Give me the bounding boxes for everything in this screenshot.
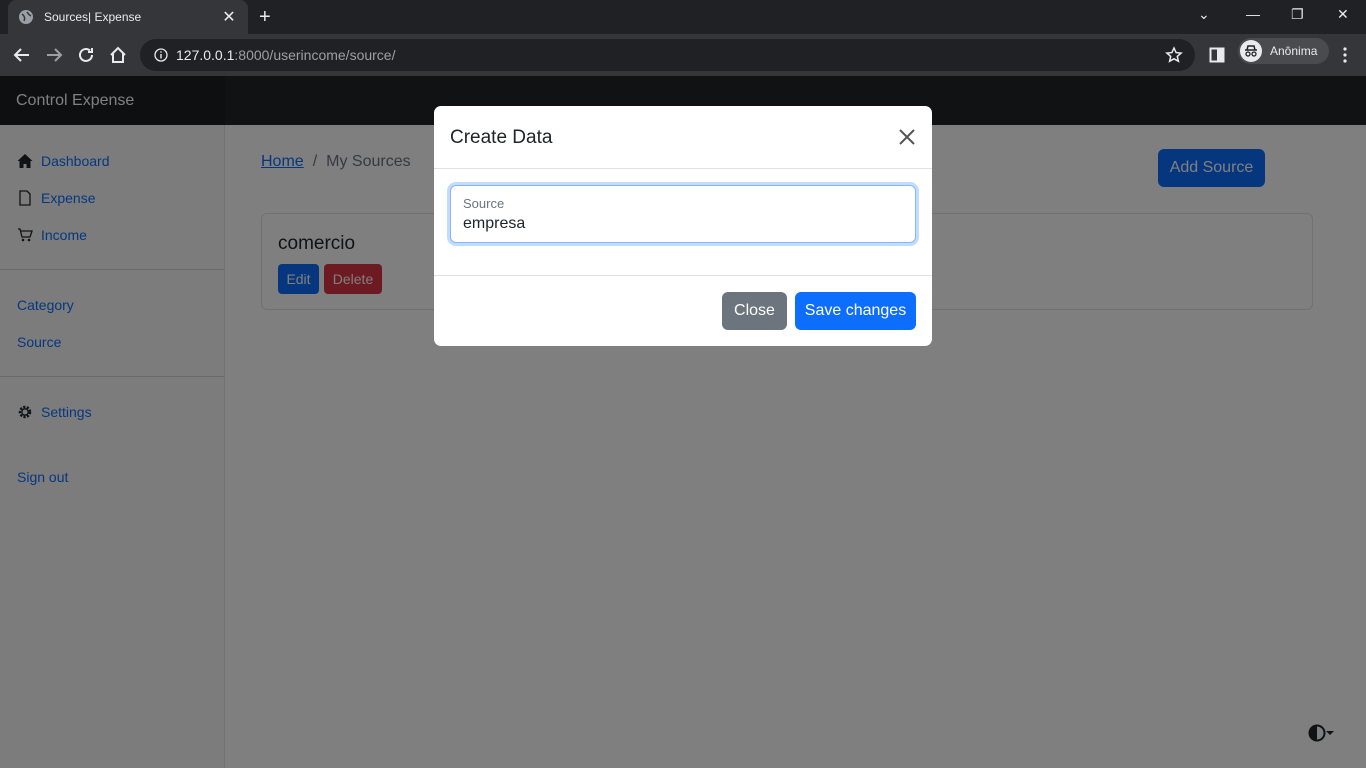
forward-icon[interactable] xyxy=(44,45,64,65)
source-field[interactable]: Source xyxy=(450,185,916,243)
save-changes-button[interactable]: Save changes xyxy=(795,292,916,330)
close-tab-icon[interactable]: ✕ xyxy=(220,7,238,27)
close-icon[interactable] xyxy=(898,128,916,146)
reload-icon[interactable] xyxy=(76,45,96,65)
browser-tab-bar: Sources| Expense ✕ + ⌄ — ❐ ✕ xyxy=(0,0,1366,34)
create-data-modal: Create Data Source Close Save changes xyxy=(434,106,932,346)
tab-title: Sources| Expense xyxy=(44,10,142,24)
browser-toolbar: 127.0.0.1:8000/userincome/source/ Anônim… xyxy=(0,34,1366,76)
modal-header: Create Data xyxy=(434,106,932,169)
close-window-icon[interactable]: ✕ xyxy=(1337,6,1349,23)
new-tab-icon[interactable]: + xyxy=(259,7,271,27)
browser-menu-icon[interactable] xyxy=(1335,45,1355,65)
url-path: :8000/userincome/source/ xyxy=(234,47,396,63)
profile-label: Anônima xyxy=(1270,44,1318,58)
modal-footer: Close Save changes xyxy=(434,275,932,346)
incognito-icon xyxy=(1240,40,1262,62)
side-panel-icon[interactable] xyxy=(1207,45,1227,65)
bookmark-star-icon[interactable] xyxy=(1165,46,1183,64)
home-icon[interactable] xyxy=(108,45,128,65)
address-bar[interactable]: 127.0.0.1:8000/userincome/source/ xyxy=(140,39,1195,71)
globe-icon xyxy=(19,10,33,24)
minimize-icon[interactable]: — xyxy=(1246,6,1260,22)
incognito-profile-button[interactable]: Anônima xyxy=(1238,38,1330,64)
source-input[interactable] xyxy=(463,215,903,233)
source-field-label: Source xyxy=(463,196,505,211)
modal-title: Create Data xyxy=(450,127,553,148)
browser-tab[interactable]: Sources| Expense ✕ xyxy=(8,0,248,34)
back-icon[interactable] xyxy=(12,45,32,65)
close-button[interactable]: Close xyxy=(722,292,787,330)
url-host: 127.0.0.1 xyxy=(176,47,235,63)
restore-icon[interactable]: ❐ xyxy=(1291,6,1304,23)
site-info-icon[interactable] xyxy=(154,48,168,62)
tab-search-icon[interactable]: ⌄ xyxy=(1198,6,1210,23)
